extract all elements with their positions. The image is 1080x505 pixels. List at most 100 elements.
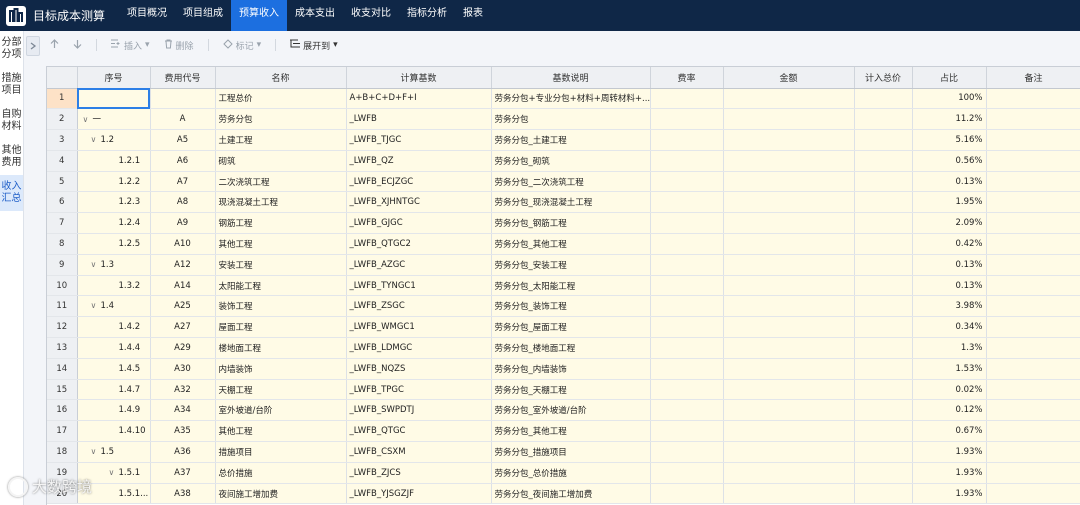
name-cell[interactable]: 其他工程 — [215, 420, 347, 443]
desc-cell[interactable]: 劳务分包_现浇混凝土工程 — [491, 191, 651, 214]
row-number[interactable]: 13 — [47, 337, 78, 359]
remark-cell[interactable] — [986, 150, 1080, 172]
table-row[interactable]: 12 1.4.2 A27 屋面工程 _LWFB_WMGC1 劳务分包_屋面工程 0.34% — [47, 316, 1080, 339]
desc-cell[interactable]: 劳务分包_措施项目 — [491, 441, 651, 463]
rate-cell[interactable] — [650, 254, 724, 276]
sidebar-item-1[interactable]: 分部分项 — [0, 31, 23, 67]
amount-cell[interactable] — [723, 337, 855, 359]
name-cell[interactable]: 二次浇筑工程 — [215, 171, 347, 193]
base-cell[interactable]: _LWFB_TJGC — [346, 129, 492, 151]
amount-cell[interactable] — [723, 129, 855, 151]
remark-cell[interactable] — [986, 275, 1080, 297]
base-cell[interactable]: _LWFB_LDMGC — [346, 337, 492, 359]
pct-cell[interactable]: 1.93% — [912, 483, 987, 505]
row-number[interactable]: 18 — [47, 441, 78, 463]
column-header[interactable]: 费率 — [650, 67, 724, 89]
amount-cell[interactable] — [723, 275, 855, 297]
name-cell[interactable]: 砌筑 — [215, 150, 347, 172]
amount-cell[interactable] — [854, 462, 913, 484]
name-cell[interactable]: 工程总价 — [215, 88, 347, 110]
column-header[interactable]: 名称 — [215, 67, 347, 89]
name-cell[interactable]: 总价措施 — [215, 462, 347, 484]
table-row[interactable]: 15 1.4.7 A32 天棚工程 _LWFB_TPGC 劳务分包_天棚工程 0.02% — [47, 379, 1080, 401]
desc-cell[interactable]: 劳务分包_钢筋工程 — [491, 212, 651, 235]
base-cell[interactable]: _LWFB_AZGC — [346, 254, 492, 276]
name-cell[interactable]: 装饰工程 — [215, 295, 347, 318]
move-down-button[interactable] — [73, 39, 82, 52]
amount-cell[interactable] — [854, 358, 913, 380]
row-number[interactable]: 3 — [47, 129, 78, 151]
rate-cell[interactable] — [650, 420, 724, 443]
rate-cell[interactable] — [650, 191, 724, 214]
code-cell[interactable]: A29 — [150, 337, 216, 359]
pct-cell[interactable]: 0.56% — [912, 150, 987, 172]
name-cell[interactable]: 劳务分包 — [215, 108, 347, 131]
row-number[interactable]: 4 — [47, 150, 78, 172]
code-cell[interactable]: A34 — [150, 399, 216, 422]
table-row[interactable]: 17 1.4.10 A35 其他工程 _LWFB_QTGC 劳务分包_其他工程 0.67% — [47, 420, 1080, 443]
desc-cell[interactable]: 劳务分包_室外坡道/台阶 — [491, 399, 651, 422]
amount-cell[interactable] — [854, 316, 913, 339]
amount-cell[interactable] — [723, 316, 855, 339]
seq-cell[interactable] — [77, 88, 151, 110]
row-number[interactable]: 11 — [47, 295, 78, 318]
amount-cell[interactable] — [854, 441, 913, 463]
table-row[interactable]: 19 ∨ 1.5.1 A37 总价措施 _LWFB_ZJCS 劳务分包_总价措施 1.93% — [47, 462, 1080, 484]
amount-cell[interactable] — [723, 399, 855, 422]
nav-tab-3[interactable]: 预算收入 — [231, 0, 287, 31]
desc-cell[interactable]: 劳务分包_太阳能工程 — [491, 275, 651, 297]
table-row[interactable]: 20 1.5.1... A38 夜间施工增加费 _LWFB_YJSGZJF 劳务分包_夜间… — [47, 483, 1080, 505]
row-number[interactable]: 1 — [47, 88, 78, 110]
chevron-down-icon[interactable]: ∨ — [91, 301, 101, 310]
remark-cell[interactable] — [986, 337, 1080, 359]
nav-tab-2[interactable]: 项目组成 — [175, 0, 231, 31]
row-number[interactable]: 10 — [47, 275, 78, 297]
name-cell[interactable]: 屋面工程 — [215, 316, 347, 339]
seq-cell[interactable]: 1.4.4 — [77, 337, 151, 359]
base-cell[interactable]: _LWFB_QZ — [346, 150, 492, 172]
amount-cell[interactable] — [854, 233, 913, 255]
amount-cell[interactable] — [854, 150, 913, 172]
base-cell[interactable]: _LWFB_WMGC1 — [346, 316, 492, 339]
desc-cell[interactable]: 劳务分包_屋面工程 — [491, 316, 651, 339]
expand-to-button[interactable]: 展开到 ▾ — [290, 39, 338, 52]
desc-cell[interactable]: 劳务分包_安装工程 — [491, 254, 651, 276]
remark-cell[interactable] — [986, 358, 1080, 380]
amount-cell[interactable] — [854, 337, 913, 359]
code-cell[interactable]: A12 — [150, 254, 216, 276]
rate-cell[interactable] — [650, 399, 724, 422]
pct-cell[interactable]: 0.13% — [912, 275, 987, 297]
amount-cell[interactable] — [723, 108, 855, 131]
row-number[interactable]: 17 — [47, 420, 78, 443]
desc-cell[interactable]: 劳务分包_楼地面工程 — [491, 337, 651, 359]
table-row[interactable]: 1 工程总价 A+B+C+D+F+I 劳务分包+专业分包+材料+周转材料+... 100… — [47, 88, 1080, 110]
name-cell[interactable]: 太阳能工程 — [215, 275, 347, 297]
code-cell[interactable]: A25 — [150, 295, 216, 318]
code-cell[interactable]: A10 — [150, 233, 216, 255]
chevron-down-icon[interactable]: ∨ — [91, 135, 101, 144]
amount-cell[interactable] — [854, 108, 913, 131]
desc-cell[interactable]: 劳务分包 — [491, 108, 651, 131]
name-cell[interactable]: 夜间施工增加费 — [215, 483, 347, 505]
code-cell[interactable]: A36 — [150, 441, 216, 463]
table-row[interactable]: 4 1.2.1 A6 砌筑 _LWFB_QZ 劳务分包_砌筑 0.56% — [47, 150, 1080, 172]
name-cell[interactable]: 其他工程 — [215, 233, 347, 255]
rate-cell[interactable] — [650, 379, 724, 401]
rate-cell[interactable] — [650, 233, 724, 255]
chevron-right-icon[interactable] — [26, 36, 40, 56]
seq-cell[interactable]: 1.4.7 — [77, 379, 151, 401]
table-row[interactable]: 18 ∨ 1.5 A36 措施项目 _LWFB_CSXM 劳务分包_措施项目 1.93% — [47, 441, 1080, 463]
table-row[interactable]: 10 1.3.2 A14 太阳能工程 _LWFB_TYNGC1 劳务分包_太阳能工程 0.1… — [47, 275, 1080, 297]
rate-cell[interactable] — [650, 88, 724, 110]
base-cell[interactable]: _LWFB_ZSGC — [346, 295, 492, 318]
table-row[interactable]: 11 ∨ 1.4 A25 装饰工程 _LWFB_ZSGC 劳务分包_装饰工程 3.98% — [47, 295, 1080, 318]
pct-cell[interactable]: 1.3% — [912, 337, 987, 359]
seq-cell[interactable]: 1.4.10 — [77, 420, 151, 443]
rate-cell[interactable] — [650, 483, 724, 505]
seq-cell[interactable]: 1.4.2 — [77, 316, 151, 339]
chevron-down-icon[interactable]: ∨ — [91, 260, 101, 269]
remark-cell[interactable] — [986, 379, 1080, 401]
amount-cell[interactable] — [854, 379, 913, 401]
code-cell[interactable]: A8 — [150, 191, 216, 214]
row-number[interactable]: 16 — [47, 399, 78, 422]
